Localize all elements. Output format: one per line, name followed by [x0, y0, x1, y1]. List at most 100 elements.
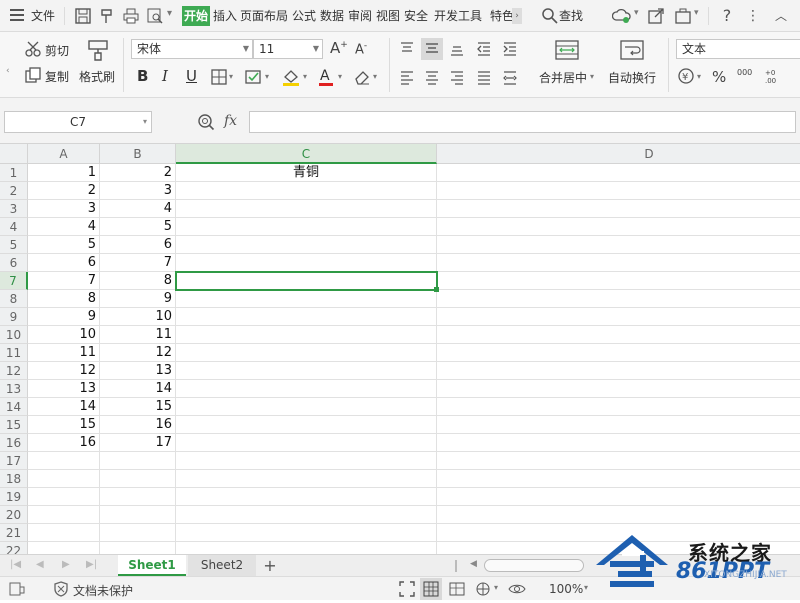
tab-page-layout[interactable]: 页面布局: [240, 6, 288, 26]
format-painter-button[interactable]: 格式刷: [79, 68, 115, 85]
cell-c[interactable]: [176, 218, 437, 236]
cell-c[interactable]: [176, 362, 437, 380]
view-dropdown-icon[interactable]: ▾: [494, 583, 498, 592]
fullscreen-icon[interactable]: [398, 580, 416, 598]
tab-data[interactable]: 数据: [320, 6, 344, 26]
sheet-tab-sheet1[interactable]: Sheet1: [118, 555, 186, 576]
row-header[interactable]: 17: [0, 452, 28, 470]
cell-a[interactable]: 5: [28, 236, 100, 254]
cut-button[interactable]: 剪切: [45, 42, 69, 59]
print-icon[interactable]: [122, 7, 140, 25]
more-icon[interactable]: ⋮: [744, 7, 762, 25]
cell-b[interactable]: 6: [100, 236, 176, 254]
align-top-icon[interactable]: [399, 41, 417, 59]
cell-d[interactable]: [437, 218, 800, 236]
cell-b[interactable]: [100, 506, 176, 524]
page-layout-view-icon[interactable]: [448, 580, 466, 598]
cell-d[interactable]: [437, 200, 800, 218]
cell-b[interactable]: 5: [100, 218, 176, 236]
italic-icon[interactable]: I: [162, 67, 168, 85]
row-header[interactable]: 14: [0, 398, 28, 416]
row-header[interactable]: 1: [0, 164, 28, 182]
cell-mode-icon[interactable]: [8, 580, 26, 598]
cell-style-dropdown-icon[interactable]: ▾: [265, 72, 269, 81]
fill-color-dropdown-icon[interactable]: ▾: [303, 72, 307, 81]
tab-view[interactable]: 视图: [376, 6, 400, 26]
print-preview-icon[interactable]: [146, 7, 164, 25]
cell-d[interactable]: [437, 488, 800, 506]
row-header[interactable]: 12: [0, 362, 28, 380]
export-icon[interactable]: [674, 7, 692, 25]
zoom-dropdown-icon[interactable]: ▾: [584, 583, 588, 592]
horizontal-scrollbar[interactable]: [484, 559, 584, 572]
cell-d[interactable]: [437, 452, 800, 470]
hamburger-icon[interactable]: [10, 9, 24, 21]
cell-c[interactable]: [176, 200, 437, 218]
cell-d[interactable]: [437, 254, 800, 272]
merge-dropdown-icon[interactable]: ▾: [590, 72, 594, 81]
scissors-icon[interactable]: [24, 40, 42, 58]
search-label[interactable]: 查找: [559, 6, 583, 26]
cell-c[interactable]: [176, 344, 437, 362]
cell-b[interactable]: 2: [100, 164, 176, 182]
cell-c[interactable]: [176, 308, 437, 326]
cell-d[interactable]: [437, 290, 800, 308]
eraser-dropdown-icon[interactable]: ▾: [373, 72, 377, 81]
page-break-view-icon[interactable]: [474, 580, 492, 598]
select-all-corner[interactable]: [0, 144, 28, 164]
next-sheet-icon[interactable]: ▶: [62, 559, 70, 570]
cell-b[interactable]: [100, 452, 176, 470]
add-sheet-button[interactable]: +: [259, 555, 281, 576]
font-color-icon[interactable]: A: [317, 67, 335, 86]
row-header[interactable]: 6: [0, 254, 28, 272]
cell-d[interactable]: [437, 272, 800, 290]
bold-icon[interactable]: B: [137, 67, 148, 85]
cell-a[interactable]: 11: [28, 344, 100, 362]
tab-security[interactable]: 安全: [404, 6, 428, 26]
justify-icon[interactable]: [476, 70, 494, 88]
merge-center-button[interactable]: 合并居中: [539, 69, 587, 86]
cell-c[interactable]: [176, 272, 437, 290]
row-header[interactable]: 2: [0, 182, 28, 200]
cell-a[interactable]: [28, 542, 100, 554]
row-header[interactable]: 13: [0, 380, 28, 398]
cell-d[interactable]: [437, 416, 800, 434]
align-right-icon[interactable]: [449, 70, 467, 88]
distributed-icon[interactable]: [502, 70, 520, 88]
cell-a[interactable]: 10: [28, 326, 100, 344]
column-header-b[interactable]: B: [100, 144, 176, 164]
fill-color-icon[interactable]: [281, 67, 299, 86]
search-icon[interactable]: [541, 7, 559, 25]
share-icon[interactable]: [647, 7, 665, 25]
copy-button[interactable]: 复制: [45, 68, 69, 85]
cell-d[interactable]: [437, 434, 800, 452]
cell-a[interactable]: 13: [28, 380, 100, 398]
eraser-icon[interactable]: [353, 68, 371, 86]
cell-a[interactable]: [28, 470, 100, 488]
tab-special[interactable]: 特色: [490, 6, 512, 26]
decrease-indent-icon[interactable]: [476, 41, 494, 59]
row-header[interactable]: 16: [0, 434, 28, 452]
save-icon[interactable]: [74, 7, 92, 25]
decrease-font-icon[interactable]: A-: [355, 41, 367, 57]
cell-c[interactable]: [176, 470, 437, 488]
cell-b[interactable]: [100, 488, 176, 506]
cell-b[interactable]: 12: [100, 344, 176, 362]
cell-a[interactable]: 15: [28, 416, 100, 434]
cell-a[interactable]: [28, 452, 100, 470]
row-header[interactable]: 8: [0, 290, 28, 308]
align-bottom-icon[interactable]: [449, 41, 467, 59]
zoom-lookup-icon[interactable]: [197, 113, 215, 131]
help-icon[interactable]: ?: [718, 7, 736, 25]
zoom-level[interactable]: 100%: [549, 582, 583, 596]
align-left-icon[interactable]: [399, 70, 417, 88]
normal-view-icon[interactable]: [420, 578, 442, 600]
cell-b[interactable]: 11: [100, 326, 176, 344]
cell-c[interactable]: [176, 434, 437, 452]
row-header[interactable]: 22: [0, 542, 28, 554]
cell-c[interactable]: [176, 452, 437, 470]
cell-d[interactable]: [437, 398, 800, 416]
paste-more-icon[interactable]: ‹: [6, 66, 12, 84]
cell-c[interactable]: [176, 182, 437, 200]
cell-d[interactable]: [437, 308, 800, 326]
